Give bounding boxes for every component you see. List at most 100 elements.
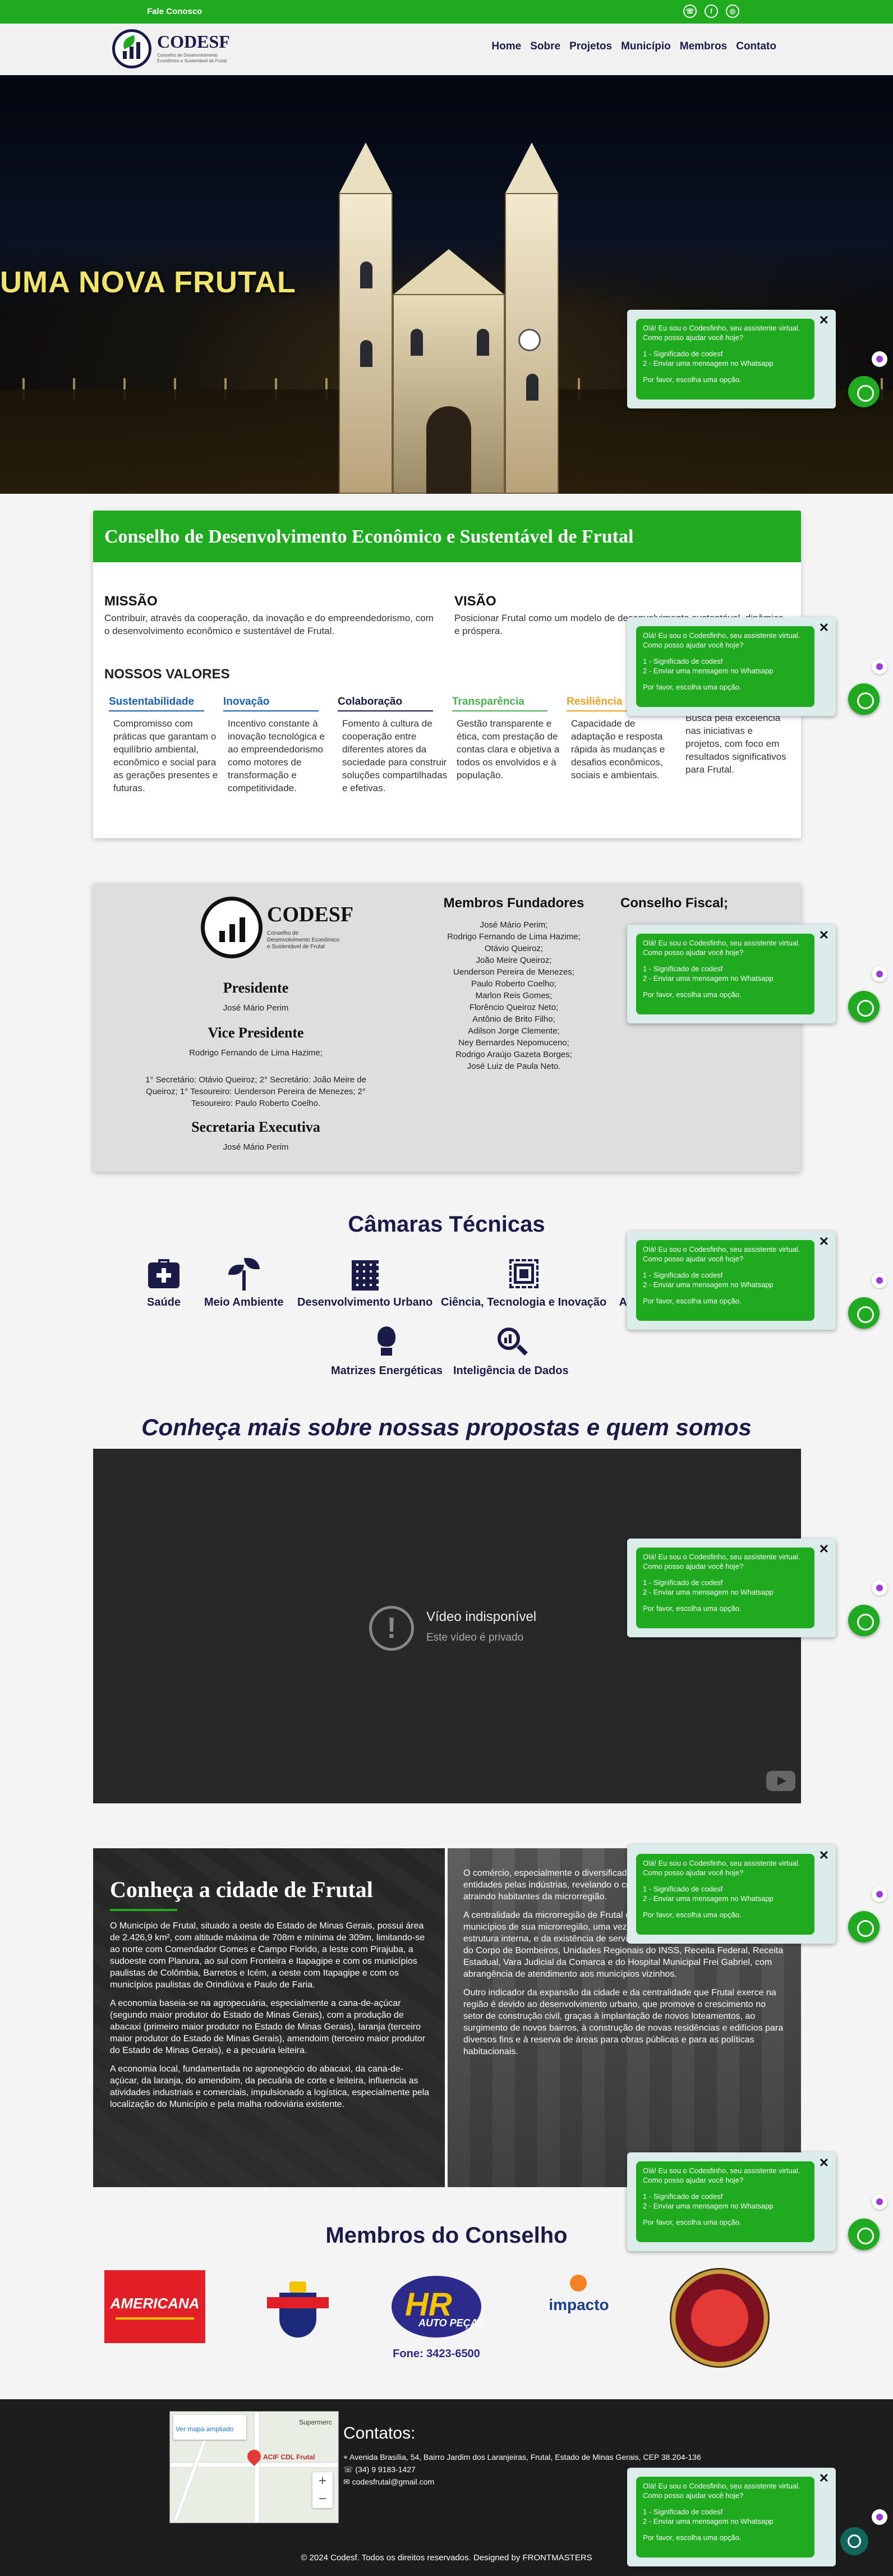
fundadores-block: Membros Fundadores José Mário Perim; Rod… — [418, 896, 609, 1072]
hr-logo-text: AUTO PEÇAS — [418, 2317, 485, 2329]
close-icon[interactable]: ✕ — [819, 2471, 829, 2486]
video-status: Vídeo indisponível — [426, 1609, 537, 1624]
missao-title: MISSÃO — [104, 594, 158, 609]
chat-message: Olá! Eu sou o Codesfinho, seu assistente… — [636, 934, 814, 1014]
about-header: Conselho de Desenvolvimento Econômico e … — [93, 511, 801, 562]
camara-inteligencia-dados[interactable]: Inteligência de Dados — [453, 1325, 569, 1377]
fale-conosco-link[interactable]: Fale Conosco — [147, 7, 202, 16]
vice-name: Rodrigo Fernando de Lima Hazime; — [189, 1048, 323, 1058]
top-bar: Fale Conosco ☏ f ◎ — [0, 0, 893, 24]
map-embed[interactable]: ACIF CDL Frutal Ver mapa ampliado ACIF C… — [169, 2411, 339, 2523]
help-button[interactable] — [840, 2527, 868, 2555]
vice-block: Vice Presidente Rodrigo Fernando de Lima… — [116, 1025, 396, 1059]
close-icon[interactable]: ✕ — [819, 313, 829, 328]
medical-kit-icon — [147, 1257, 181, 1291]
logo-emblem — [112, 29, 151, 68]
facebook-icon[interactable]: f — [705, 4, 718, 18]
chat-message: Olá! Eu sou o Codesfinho, seu assistente… — [636, 626, 814, 707]
map-info-card: ACIF CDL Frutal Ver mapa ampliado — [173, 2415, 246, 2440]
nav-home[interactable]: Home — [491, 40, 521, 53]
fiscal-block: Conselho Fiscal; — [620, 896, 789, 911]
logo-seal[interactable] — [670, 2268, 770, 2368]
camara-matrizes-energeticas[interactable]: Matrizes Energéticas — [331, 1325, 443, 1377]
hero-banner: UMA NOVA FRUTAL — [0, 75, 893, 494]
video-unavailable-icon: ! — [369, 1606, 414, 1651]
exec-block: Secretaria Executiva José Mário Perim — [116, 1119, 396, 1153]
site-logo[interactable]: CODESF Conselho de Desenvolvimento Econô… — [112, 28, 236, 71]
valor-transparencia: Transparência Gestão transparente e ética… — [452, 696, 560, 780]
chat-toggle-button[interactable] — [848, 1911, 880, 1943]
chat-message: Olá! Eu sou o Codesfinho, seu assistente… — [636, 1548, 814, 1628]
valor-inovacao: Inovação Incentivo constante à inovação t… — [223, 696, 325, 793]
accessibility-icon[interactable] — [872, 1886, 887, 1902]
close-icon[interactable]: ✕ — [819, 1848, 829, 1863]
accessibility-icon[interactable] — [872, 351, 887, 367]
chat-widget: ✕ Olá! Eu sou o Codesfinho, seu assistent… — [627, 310, 836, 408]
about-title: Conselho de Desenvolvimento Econômico e … — [104, 526, 634, 547]
chat-message: Olá! Eu sou o Codesfinho, seu assistente… — [636, 319, 814, 400]
nav-projetos[interactable]: Projetos — [569, 40, 612, 53]
instagram-icon[interactable]: ◎ — [726, 4, 739, 18]
chip-icon — [507, 1257, 541, 1291]
fundadores-list: José Mário Perim; Rodrigo Fernando de Li… — [447, 920, 581, 1071]
chat-widget: ✕ Olá! Eu sou o Codesfinho, seu assistent… — [627, 1845, 836, 1944]
presidente-block: Presidente José Mário Perim — [116, 980, 396, 1014]
accessibility-icon[interactable] — [872, 966, 887, 982]
main-menu: Home Sobre Projetos Município Membros Co… — [491, 40, 776, 53]
contact-phone[interactable]: (34) 9 9183-1427 — [355, 2465, 415, 2474]
nav-sobre[interactable]: Sobre — [530, 40, 560, 53]
fundadores-title: Membros Fundadores — [443, 896, 584, 911]
nav-contato[interactable]: Contato — [736, 40, 776, 53]
close-icon[interactable]: ✕ — [819, 928, 829, 943]
whatsapp-icon[interactable]: ☏ — [683, 4, 697, 18]
cidade-left-panel: Conheça a cidade de Frutal O Município d… — [93, 1848, 445, 2187]
map-zoom-control[interactable]: + − — [312, 2472, 333, 2508]
valor-sustentabilidade: Sustentabilidade Compromisso com práticas… — [109, 696, 218, 793]
logo-americana[interactable]: AMERICANA — [104, 2270, 205, 2343]
church-illustration — [334, 143, 563, 494]
data-search-icon — [494, 1325, 528, 1359]
youtube-icon[interactable] — [766, 1771, 795, 1791]
fiscal-title: Conselho Fiscal; — [620, 896, 729, 911]
chat-toggle-button[interactable] — [848, 991, 880, 1022]
accessibility-icon[interactable] — [872, 2194, 887, 2210]
contatos-title: Contatos: — [343, 2424, 416, 2442]
hero-title: UMA NOVA FRUTAL — [0, 265, 296, 299]
social-links: ☏ f ◎ — [683, 4, 739, 18]
nav-municipio[interactable]: Município — [621, 40, 671, 53]
chat-toggle-button[interactable] — [848, 1605, 880, 1636]
camara-desenvolvimento-urbano[interactable]: Desenvolvimento Urbano — [297, 1257, 432, 1309]
valor-colaboracao: Colaboração Fomento à cultura de cooperaç… — [338, 696, 448, 793]
missao-text: Contribuir, através da cooperação, da in… — [104, 613, 434, 636]
accessibility-icon[interactable] — [872, 659, 887, 674]
lightbulb-icon — [370, 1325, 403, 1359]
logo-brasao[interactable] — [267, 2281, 329, 2351]
buildings-icon — [348, 1257, 382, 1291]
secretaries-block: 1° Secretário: Otávio Queiroz; 2° Secret… — [145, 1075, 366, 1108]
logo-hr-auto-pecas[interactable]: HR AUTO PEÇAS Fone: 3423-6500 — [386, 2276, 487, 2366]
accessibility-icon[interactable] — [872, 2509, 887, 2525]
camara-meio-ambiente[interactable]: Meio Ambiente — [204, 1257, 284, 1309]
chat-toggle-button[interactable] — [848, 1297, 880, 1329]
exec-name: José Mário Perim — [223, 1142, 289, 1152]
camara-ciencia-tecnologia[interactable]: Ciência, Tecnologia e Inovação — [441, 1257, 606, 1309]
chat-toggle-button[interactable] — [848, 2219, 880, 2250]
accessibility-icon[interactable] — [872, 1273, 887, 1288]
close-icon[interactable]: ✕ — [819, 2156, 829, 2170]
council-logo-emblem — [201, 897, 263, 958]
video-title: Conheça mais sobre nossas propostas e qu… — [141, 1414, 752, 1440]
chat-toggle-button[interactable] — [848, 683, 880, 715]
missao-block: MISSÃO Contribuir, através da cooperação… — [104, 594, 435, 637]
chat-toggle-button[interactable] — [848, 376, 880, 407]
accessibility-icon[interactable] — [872, 1580, 887, 1596]
location-icon: ⌖ — [343, 2453, 348, 2462]
chat-widget: ✕ Olá! Eu sou o Codesfinho, seu assistent… — [627, 617, 836, 716]
contact-email[interactable]: codesfrutal@gmail.com — [352, 2477, 435, 2486]
chat-widget: ✕ Olá! Eu sou o Codesfinho, seu assistent… — [627, 2152, 836, 2251]
close-icon[interactable]: ✕ — [819, 1542, 829, 1556]
camara-saude[interactable]: Saúde — [147, 1257, 181, 1309]
close-icon[interactable]: ✕ — [819, 1234, 829, 1249]
logo-impacto[interactable]: impacto — [545, 2275, 613, 2320]
close-icon[interactable]: ✕ — [819, 621, 829, 635]
nav-membros[interactable]: Membros — [680, 40, 727, 53]
